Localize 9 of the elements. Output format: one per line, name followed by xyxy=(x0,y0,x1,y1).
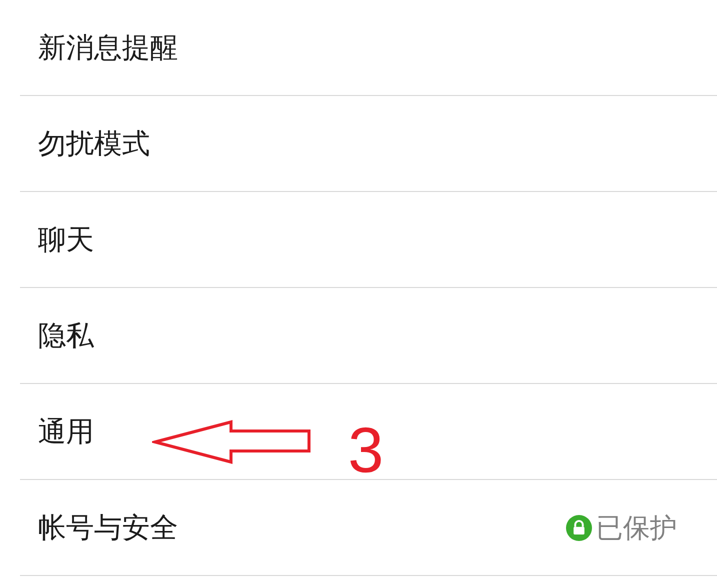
annotation-number: 3 xyxy=(348,414,384,486)
row-label: 通用 xyxy=(38,414,94,450)
row-label: 帐号与安全 xyxy=(38,510,178,546)
row-label: 聊天 xyxy=(38,222,94,258)
row-label: 新消息提醒 xyxy=(38,30,178,66)
row-label: 隐私 xyxy=(38,318,94,354)
status-text: 已保护 xyxy=(596,512,677,546)
lock-icon xyxy=(566,514,592,540)
row-label: 勿扰模式 xyxy=(38,126,150,162)
